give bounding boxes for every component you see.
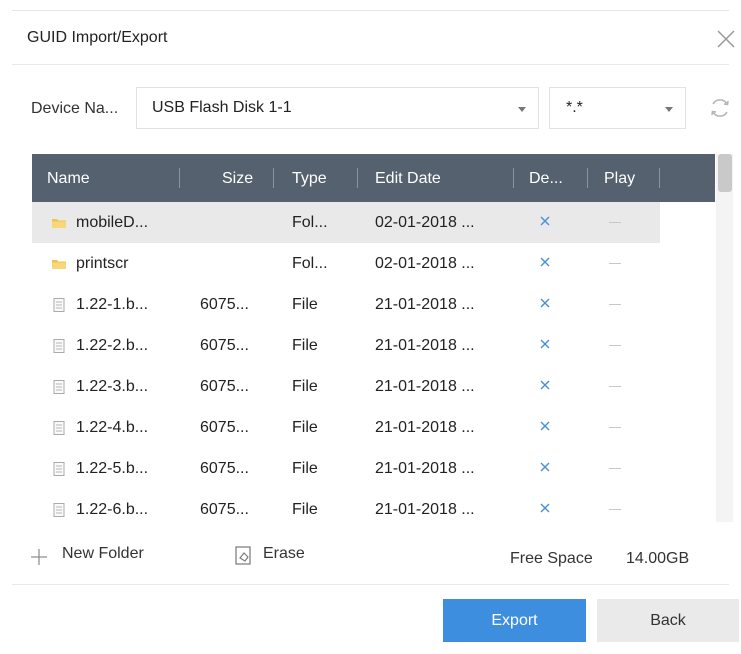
cell-size: 6075... bbox=[200, 460, 249, 477]
cell-type: File bbox=[292, 419, 318, 436]
cell-size: 6075... bbox=[200, 296, 249, 313]
column-separator bbox=[659, 168, 660, 188]
table-row[interactable]: 1.22-1.b... 6075... File 21-01-2018 ... bbox=[32, 284, 715, 325]
table-row[interactable]: 1.22-4.b... 6075... File 21-01-2018 ... bbox=[32, 407, 715, 448]
delete-icon[interactable] bbox=[537, 254, 553, 270]
chevron-down-icon bbox=[665, 107, 673, 112]
column-separator bbox=[587, 168, 588, 188]
cell-name: printscr bbox=[76, 255, 129, 272]
chevron-down-icon bbox=[518, 107, 526, 112]
delete-icon[interactable] bbox=[537, 213, 553, 229]
plus-icon bbox=[31, 549, 47, 565]
device-name-value: USB Flash Disk 1-1 bbox=[152, 99, 292, 116]
new-folder-label: New Folder bbox=[62, 545, 144, 562]
back-button[interactable]: Back bbox=[597, 599, 739, 642]
delete-icon[interactable] bbox=[537, 500, 553, 516]
folder-icon bbox=[52, 260, 66, 269]
cell-edit-date: 02-01-2018 ... bbox=[375, 214, 475, 231]
cell-size: 6075... bbox=[200, 501, 249, 518]
play-disabled-icon bbox=[609, 386, 621, 387]
cell-name: 1.22-3.b... bbox=[76, 378, 149, 395]
cell-edit-date: 21-01-2018 ... bbox=[375, 337, 475, 354]
table-header: Name Size Type Edit Date De... Play bbox=[32, 154, 715, 202]
scrollbar[interactable] bbox=[716, 154, 733, 522]
delete-icon[interactable] bbox=[537, 336, 553, 352]
footer-divider bbox=[12, 584, 729, 585]
free-space-label: Free Space bbox=[510, 550, 593, 567]
table-row[interactable]: printscr Fol... 02-01-2018 ... bbox=[32, 243, 715, 284]
dialog-title: GUID Import/Export bbox=[27, 29, 168, 46]
file-icon bbox=[53, 503, 65, 517]
cell-name: 1.22-6.b... bbox=[76, 501, 149, 518]
cell-edit-date: 21-01-2018 ... bbox=[375, 460, 475, 477]
close-icon[interactable] bbox=[714, 27, 738, 51]
cell-name: 1.22-4.b... bbox=[76, 419, 149, 436]
scrollbar-thumb[interactable] bbox=[718, 154, 732, 192]
refresh-icon[interactable] bbox=[707, 95, 733, 121]
file-icon bbox=[53, 462, 65, 476]
cell-type: File bbox=[292, 296, 318, 313]
cell-type: File bbox=[292, 337, 318, 354]
cell-edit-date: 21-01-2018 ... bbox=[375, 296, 475, 313]
column-header-edit-date[interactable]: Edit Date bbox=[375, 170, 441, 188]
column-header-name[interactable]: Name bbox=[47, 170, 90, 188]
file-filter-value: *.* bbox=[566, 99, 583, 116]
play-disabled-icon bbox=[609, 427, 621, 428]
table-row[interactable]: 1.22-3.b... 6075... File 21-01-2018 ... bbox=[32, 366, 715, 407]
cell-type: Fol... bbox=[292, 214, 328, 231]
file-filter-select[interactable]: *.* bbox=[549, 87, 686, 129]
cell-size: 6075... bbox=[200, 419, 249, 436]
table-row[interactable]: 1.22-2.b... 6075... File 21-01-2018 ... bbox=[32, 325, 715, 366]
top-divider bbox=[12, 10, 729, 11]
file-icon bbox=[53, 339, 65, 353]
cell-name: 1.22-5.b... bbox=[76, 460, 149, 477]
cell-edit-date: 02-01-2018 ... bbox=[375, 255, 475, 272]
device-name-select[interactable]: USB Flash Disk 1-1 bbox=[136, 87, 539, 129]
column-separator bbox=[513, 168, 514, 188]
delete-icon[interactable] bbox=[537, 418, 553, 434]
column-separator bbox=[179, 168, 180, 188]
table-row[interactable]: mobileD... Fol... 02-01-2018 ... bbox=[32, 202, 715, 243]
play-disabled-icon bbox=[609, 345, 621, 346]
file-icon bbox=[53, 421, 65, 435]
free-space-value: 14.00GB bbox=[626, 550, 690, 567]
delete-icon[interactable] bbox=[537, 459, 553, 475]
cell-edit-date: 21-01-2018 ... bbox=[375, 419, 475, 436]
erase-label: Erase bbox=[263, 545, 305, 562]
play-disabled-icon bbox=[609, 263, 621, 264]
device-name-label: Device Na... bbox=[31, 100, 119, 117]
delete-icon[interactable] bbox=[537, 295, 553, 311]
column-header-delete[interactable]: De... bbox=[529, 170, 563, 188]
play-disabled-icon bbox=[609, 304, 621, 305]
cell-type: File bbox=[292, 378, 318, 395]
erase-icon bbox=[235, 546, 251, 565]
cell-edit-date: 21-01-2018 ... bbox=[375, 378, 475, 395]
column-separator bbox=[273, 168, 274, 188]
cell-name: 1.22-2.b... bbox=[76, 337, 149, 354]
play-disabled-icon bbox=[609, 468, 621, 469]
header-divider bbox=[12, 64, 729, 65]
file-icon bbox=[53, 380, 65, 394]
folder-icon bbox=[52, 219, 66, 228]
cell-name: 1.22-1.b... bbox=[76, 296, 149, 313]
cell-type: File bbox=[292, 460, 318, 477]
column-header-size[interactable]: Size bbox=[222, 170, 253, 188]
cell-size: 6075... bbox=[200, 337, 249, 354]
cell-size: 6075... bbox=[200, 378, 249, 395]
cell-name: mobileD... bbox=[76, 214, 149, 231]
file-icon bbox=[53, 298, 65, 312]
column-header-play[interactable]: Play bbox=[604, 170, 635, 188]
play-disabled-icon bbox=[609, 222, 621, 223]
export-button[interactable]: Export bbox=[443, 599, 586, 642]
column-separator bbox=[357, 168, 358, 188]
cell-type: Fol... bbox=[292, 255, 328, 272]
cell-type: File bbox=[292, 501, 318, 518]
cell-edit-date: 21-01-2018 ... bbox=[375, 501, 475, 518]
column-header-type[interactable]: Type bbox=[292, 170, 327, 188]
file-table: Name Size Type Edit Date De... Play mobi… bbox=[32, 154, 715, 522]
table-row[interactable]: 1.22-5.b... 6075... File 21-01-2018 ... bbox=[32, 448, 715, 489]
delete-icon[interactable] bbox=[537, 377, 553, 393]
table-row[interactable]: 1.22-6.b... 6075... File 21-01-2018 ... bbox=[32, 489, 715, 522]
play-disabled-icon bbox=[609, 509, 621, 510]
